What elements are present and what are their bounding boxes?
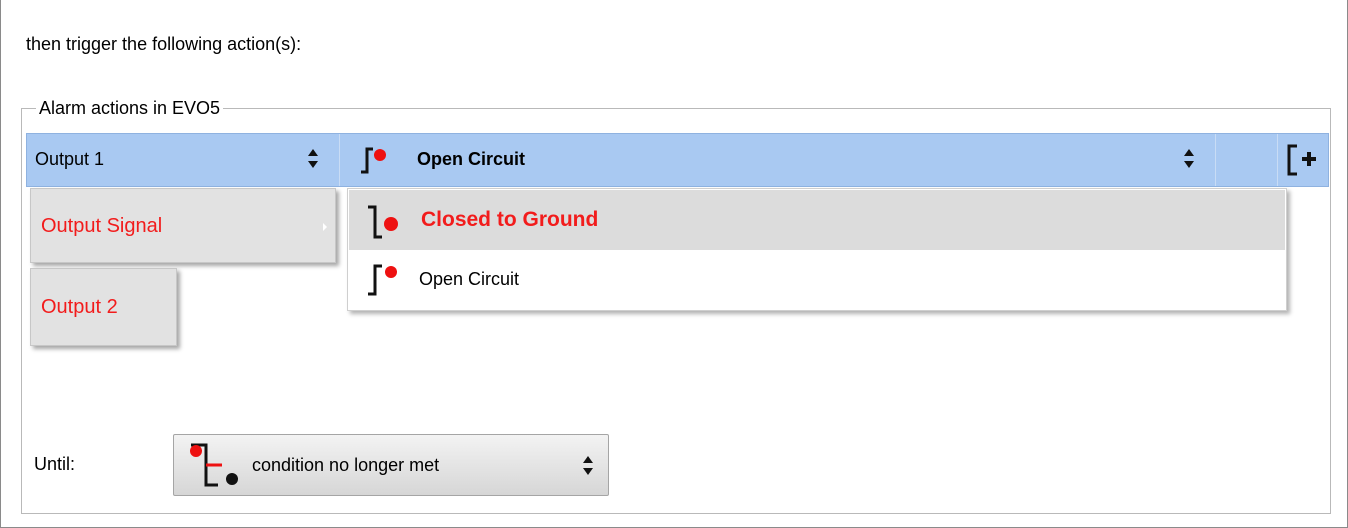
state-select-value: Open Circuit: [417, 149, 526, 169]
cell-divider: [339, 134, 340, 186]
until-select[interactable]: condition no longer met: [173, 434, 609, 496]
output-menu-item-output-2[interactable]: Output 2: [30, 268, 177, 346]
add-bracket-icon: [1287, 144, 1316, 176]
updown-arrows-icon: [582, 455, 594, 477]
state-option-label: Closed to Ground: [421, 208, 599, 231]
open-circuit-icon: [368, 264, 397, 296]
alarm-action-row: Output 1 Open Circuit: [26, 133, 1329, 187]
updown-arrows-icon: [307, 148, 319, 170]
state-option-closed-to-ground[interactable]: Closed to Ground: [349, 190, 1285, 250]
state-dropdown: Closed to Ground Open Circuit: [347, 188, 1287, 311]
state-select[interactable]: Open Circuit: [349, 134, 1217, 186]
updown-arrows-icon: [1183, 148, 1195, 170]
until-select-value: condition no longer met: [252, 455, 440, 475]
cell-divider: [1215, 134, 1216, 186]
output-select[interactable]: Output 1: [27, 134, 339, 186]
output-menu-item-label: Output Signal: [41, 215, 163, 237]
alarm-action-window: then trigger the following action(s): Al…: [0, 0, 1348, 528]
cell-divider: [1277, 134, 1278, 186]
output-menu-item-output-signal[interactable]: Output Signal: [30, 188, 336, 263]
output-select-value: Output 1: [35, 149, 105, 169]
condition-reset-icon: [190, 443, 238, 487]
closed-to-ground-icon: [368, 205, 398, 239]
group-legend: Alarm actions in EVO5: [36, 98, 224, 118]
intro-text: then trigger the following action(s):: [26, 34, 302, 54]
output-menu-item-label: Output 2: [41, 296, 118, 318]
open-circuit-icon: [361, 147, 386, 174]
state-option-label: Open Circuit: [419, 269, 520, 289]
until-label: Until:: [34, 454, 76, 474]
submenu-arrow-icon: [323, 223, 327, 231]
state-option-open-circuit[interactable]: Open Circuit: [349, 250, 1285, 310]
add-action-button[interactable]: [1281, 140, 1323, 180]
